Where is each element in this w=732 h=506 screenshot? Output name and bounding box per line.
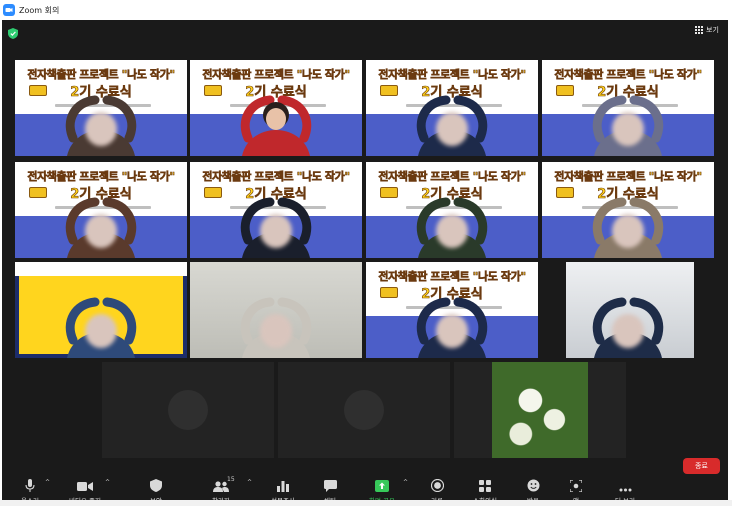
microphone-icon: [25, 479, 35, 492]
audio-options-caret[interactable]: ^: [45, 479, 50, 486]
blurred-face: [436, 314, 468, 348]
video-tile[interactable]: 전자책출판 프로젝트 "나도 작가" 2기 수료식: [542, 60, 714, 156]
video-tile[interactable]: 전자책출판 프로젝트 "나도 작가" 2기 수료식: [15, 162, 187, 258]
share-screen-icon: [375, 480, 389, 492]
end-meeting-button[interactable]: 종료: [683, 458, 720, 474]
blurred-face: [436, 112, 468, 146]
zoom-logo-icon: [3, 4, 15, 16]
video-options-caret[interactable]: ^: [105, 479, 110, 486]
participants-count: 15: [227, 476, 235, 483]
video-tile[interactable]: [190, 262, 362, 358]
blurred-face: [612, 214, 644, 248]
video-camera-icon: [77, 482, 93, 491]
chat-bubble-icon: [323, 480, 337, 492]
video-tile[interactable]: 전자책출판 프로젝트 "나도 작가" 2기 수료식: [542, 162, 714, 258]
avatar-placeholder: [344, 390, 384, 430]
avatar-placeholder: [168, 390, 208, 430]
blurred-face: [612, 112, 644, 146]
video-tile-active-speaker[interactable]: 전자책출판 프로젝트 "나도 작가" 2기 수료식: [190, 60, 362, 156]
apps-icon: [570, 480, 582, 492]
bar-chart-icon: [277, 481, 289, 492]
blurred-face: [612, 314, 644, 348]
video-tile[interactable]: 전자책출판 프로젝트 "나도 작가" 2기 수료식: [15, 60, 187, 156]
record-icon: [430, 479, 444, 492]
share-options-caret[interactable]: ^: [403, 479, 408, 486]
video-tile[interactable]: [278, 362, 450, 458]
smiley-icon: [527, 479, 539, 492]
more-dots-icon: [619, 488, 631, 492]
title-bar: Zoom 회의: [0, 0, 732, 20]
video-tile[interactable]: 전자책출판 프로젝트 "나도 작가" 2기 수료식: [190, 162, 362, 258]
meeting-stage: 보기 전자책출판 프로젝트 "나도 작가" 2기 수료식 전자책출판 프로젝트 "나…: [2, 20, 728, 506]
blurred-face: [85, 214, 117, 248]
video-tile[interactable]: [454, 362, 626, 458]
window-title: Zoom 회의: [19, 5, 60, 15]
blurred-face: [260, 314, 292, 348]
view-label: 보기: [706, 26, 719, 34]
video-tile[interactable]: [542, 262, 714, 358]
breakout-grid-icon: [479, 480, 491, 492]
security-shield-icon: [150, 479, 162, 492]
blurred-face: [85, 112, 117, 146]
video-tile[interactable]: 전자책출판 프로젝트 "나도 작가" 2기 수료식: [366, 162, 538, 258]
flower-photo: [492, 362, 588, 458]
participants-options-caret[interactable]: ^: [247, 479, 252, 486]
blurred-face: [436, 214, 468, 248]
participant-silhouette: [240, 95, 312, 156]
video-tile[interactable]: 전자책출판 프로젝트 "나도 작가" 2기 수료식: [366, 60, 538, 156]
encryption-shield-icon[interactable]: [8, 28, 18, 39]
video-tile[interactable]: 전자책출판 프로젝트 "나도 작가" 2기 수료식: [366, 262, 538, 358]
blurred-face: [260, 214, 292, 248]
grid-icon: [695, 26, 703, 34]
video-tile[interactable]: [15, 262, 187, 358]
video-tile[interactable]: [102, 362, 274, 458]
view-button[interactable]: 보기: [695, 25, 719, 35]
blurred-face: [85, 314, 117, 348]
bottom-taskbar-strip: [0, 500, 732, 506]
